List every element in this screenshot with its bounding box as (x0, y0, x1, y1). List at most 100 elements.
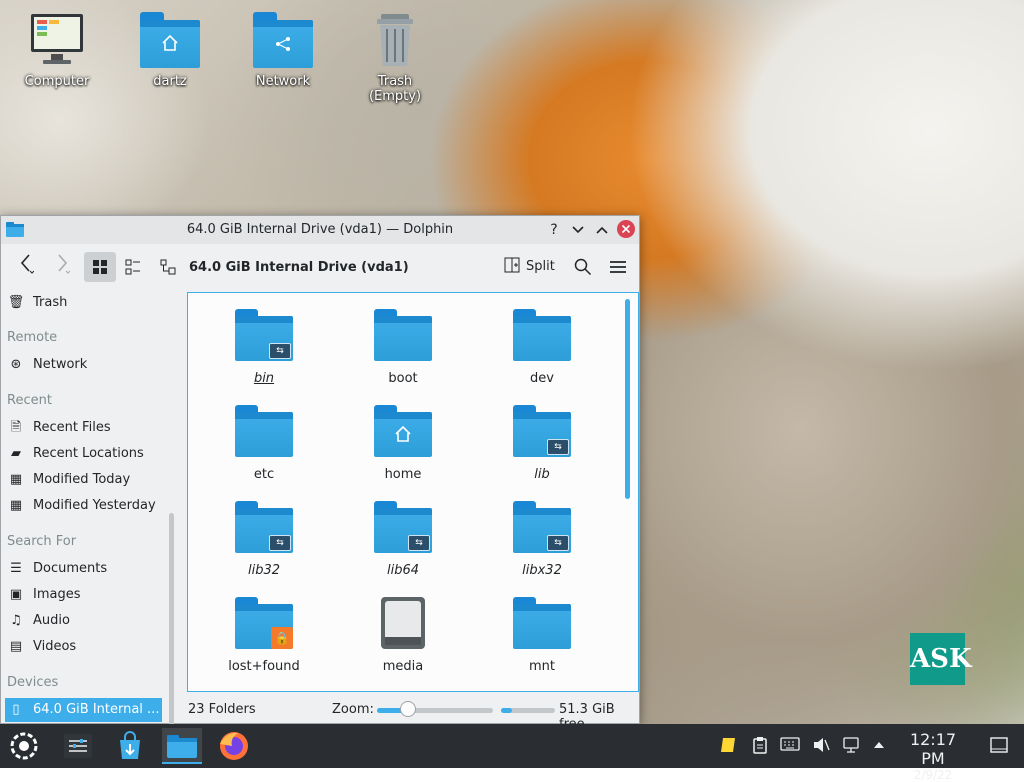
file-item-bin[interactable]: ⇆ bin (204, 309, 324, 386)
symlink-folder-icon: ⇆ (513, 501, 571, 553)
file-item-lib64[interactable]: ⇆ lib64 (343, 501, 463, 578)
application-launcher-button[interactable] (6, 728, 42, 764)
back-button[interactable] (11, 252, 41, 282)
help-button[interactable]: ? (544, 220, 564, 240)
network-status-icon[interactable] (842, 736, 860, 758)
digital-clock[interactable]: 12:17 PM 2/9/22 (896, 730, 970, 782)
sidebar-item-network[interactable]: ⊛ Network (7, 353, 163, 377)
sidebar-item-modified-yesterday[interactable]: ▦ Modified Yesterday (7, 494, 163, 518)
file-name: lib (534, 467, 550, 482)
sidebar-section-remote: Remote (7, 330, 58, 345)
split-button[interactable]: Split (504, 252, 564, 282)
location-label: 64.0 GiB Internal Drive (vda1) (189, 260, 409, 275)
file-name: boot (388, 371, 418, 386)
split-view-icon (504, 257, 520, 273)
sidebar-item-modified-today[interactable]: ▦ Modified Today (7, 468, 163, 492)
details-view-button[interactable] (153, 252, 183, 282)
toolbar: 64.0 GiB Internal Drive (vda1) Split (1, 244, 639, 288)
sidebar-item-label: Audio (33, 613, 70, 628)
folder-count: 23 Folders (188, 702, 256, 717)
file-name: home (384, 467, 422, 482)
file-view-scrollbar[interactable] (625, 299, 630, 499)
link-emblem-icon: ⇆ (269, 343, 291, 359)
volume-muted-icon[interactable] (812, 736, 830, 758)
file-name: dev (530, 371, 554, 386)
sidebar-item-videos[interactable]: ▤ Videos (7, 635, 163, 659)
keyboard-icon[interactable] (780, 736, 800, 756)
sidebar-scrollbar[interactable] (169, 513, 174, 724)
menu-button[interactable] (604, 252, 632, 282)
compact-view-button[interactable] (118, 252, 148, 282)
folder-icon (167, 735, 197, 758)
dolphin-task-button[interactable] (162, 728, 202, 764)
maximize-button[interactable] (592, 220, 612, 240)
tree-view-icon (160, 259, 176, 275)
firefox-button[interactable] (216, 728, 252, 764)
sidebar-item-label: Documents (33, 561, 108, 576)
icons-view-button[interactable] (84, 252, 116, 282)
discover-button[interactable] (112, 728, 148, 764)
link-emblem-icon: ⇆ (269, 535, 291, 551)
symlink-folder-icon: ⇆ (235, 501, 293, 553)
desktop-icon-trash[interactable]: Trash (Empty) (350, 12, 440, 104)
sidebar-item-images[interactable]: ▣ Images (7, 583, 163, 607)
show-desktop-button[interactable] (990, 736, 1008, 758)
file-name: lost+found (228, 659, 300, 674)
desktop-icon-label: Network (255, 74, 311, 89)
notes-icon[interactable] (720, 736, 738, 758)
file-item-home[interactable]: home (343, 405, 463, 482)
sidebar-item-label: Recent Locations (33, 446, 144, 461)
split-label: Split (526, 259, 555, 274)
lock-icon: 🔒 (271, 627, 293, 649)
computer-icon (27, 12, 87, 68)
tray-expand-icon[interactable] (872, 736, 886, 758)
file-item-dev[interactable]: dev (482, 309, 602, 386)
sidebar-section-search: Search For (7, 534, 77, 549)
recent-locations-icon: ▰ (11, 446, 21, 461)
used-space-fill (501, 708, 512, 713)
search-button[interactable] (569, 252, 597, 282)
file-item-lib32[interactable]: ⇆ lib32 (204, 501, 324, 578)
recent-files-icon: 🗎 (10, 420, 22, 435)
clock-date: 2/9/22 (913, 768, 953, 782)
zoom-label: Zoom: (332, 702, 374, 717)
file-item-boot[interactable]: boot (343, 309, 463, 386)
compact-list-icon (125, 259, 140, 275)
file-item-lost-found[interactable]: 🔒 lost+found (204, 597, 324, 674)
close-button[interactable] (616, 220, 636, 240)
desktop-icon-label: Trash (Empty) (368, 74, 422, 104)
desktop-icon-network[interactable]: Network (238, 12, 328, 89)
sidebar-item-recent-locations[interactable]: ▰ Recent Locations (7, 442, 163, 466)
file-item-etc[interactable]: etc (204, 405, 324, 482)
symlink-folder-icon: ⇆ (235, 309, 293, 361)
file-name: libx32 (522, 563, 562, 578)
images-icon: ▣ (9, 587, 23, 602)
title-bar[interactable]: 64.0 GiB Internal Drive (vda1) — Dolphin… (1, 216, 639, 244)
sidebar-item-trash[interactable]: 🗑 Trash (7, 291, 163, 315)
forward-button[interactable] (47, 252, 77, 282)
sidebar-section-recent: Recent (7, 393, 52, 408)
desktop-icon-computer[interactable]: Computer (12, 12, 102, 89)
chevron-down-icon (572, 226, 584, 234)
file-view[interactable]: ⇆ bin boot dev etc home ⇆ lib ⇆ lib32 ⇆ … (187, 292, 639, 692)
file-item-mnt[interactable]: mnt (482, 597, 602, 674)
grid-icon (93, 260, 107, 274)
clock-time: 12:17 PM (909, 730, 957, 768)
minimize-button[interactable] (568, 220, 588, 240)
videos-icon: ▤ (9, 639, 23, 654)
file-item-lib[interactable]: ⇆ lib (482, 405, 602, 482)
network-folder-icon (253, 12, 313, 68)
file-item-media[interactable]: media (343, 597, 463, 674)
desktop-icon-home[interactable]: dartz (125, 12, 215, 89)
sidebar-item-audio[interactable]: ♫ Audio (7, 609, 163, 633)
file-name: mnt (529, 659, 555, 674)
sidebar-item-documents[interactable]: ☰ Documents (7, 557, 163, 581)
system-settings-button[interactable] (60, 728, 96, 764)
file-item-libx32[interactable]: ⇆ libx32 (482, 501, 602, 578)
sidebar-item-recent-files[interactable]: 🗎 Recent Files (7, 416, 163, 440)
calendar-icon: ▦ (9, 472, 23, 487)
clipboard-icon[interactable] (752, 736, 768, 758)
zoom-slider-handle[interactable] (400, 701, 417, 717)
file-name: lib64 (386, 563, 420, 578)
locked-folder-icon: 🔒 (235, 597, 293, 649)
